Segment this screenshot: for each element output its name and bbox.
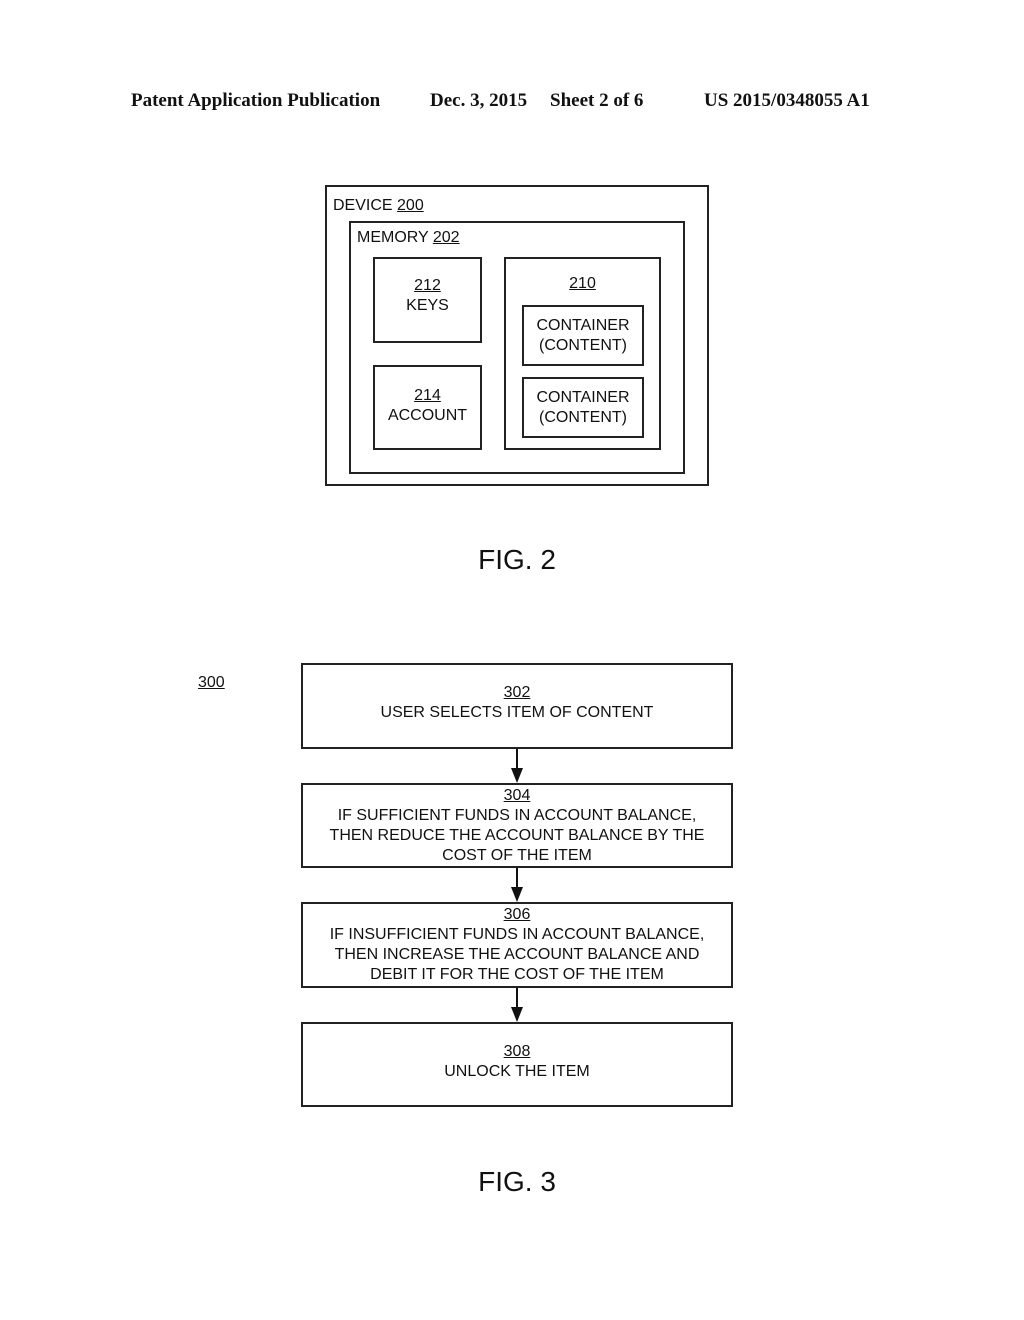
flow-arrows	[511, 749, 523, 1022]
arrow-304-306	[511, 868, 523, 902]
arrow-302-304	[511, 749, 523, 783]
fig3-caption: FIG. 3	[478, 1166, 556, 1197]
arrow-306-308	[511, 988, 523, 1022]
